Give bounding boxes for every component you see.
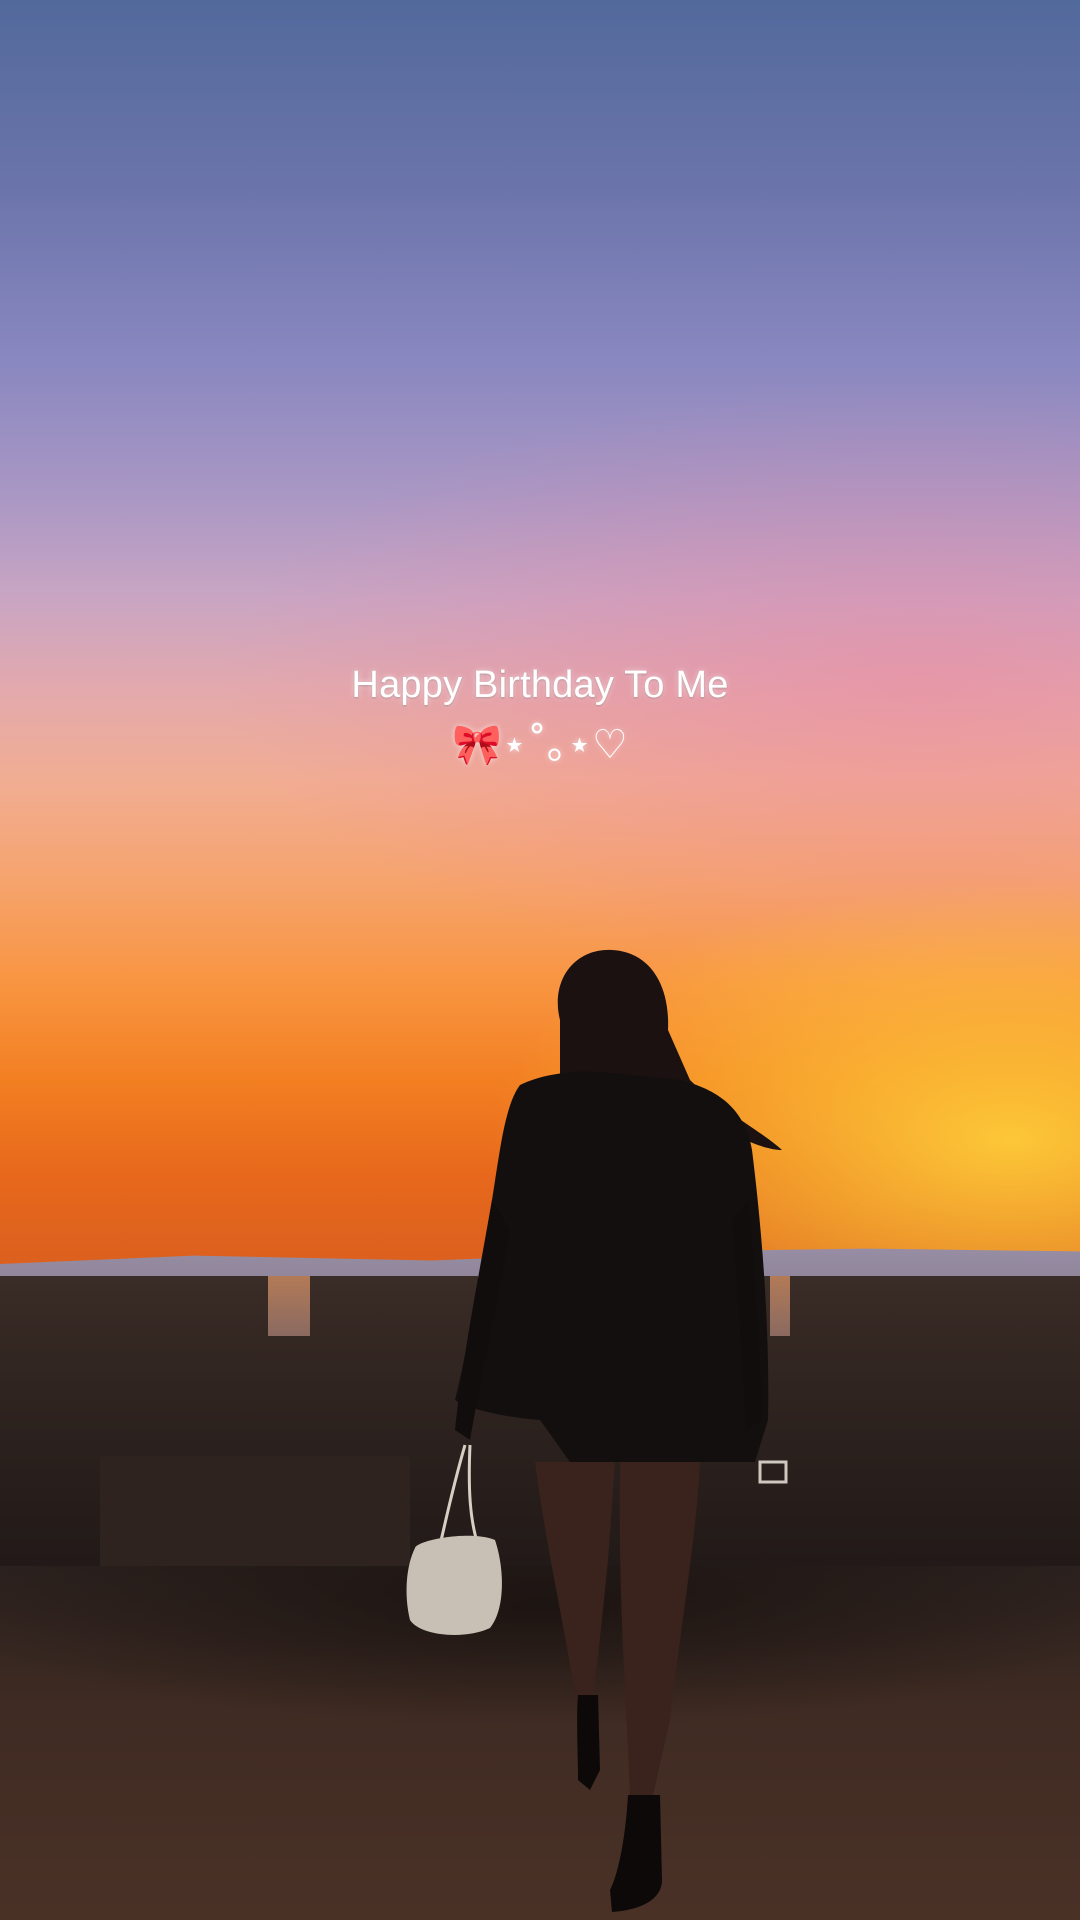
caption-title: Happy Birthday To Me — [351, 664, 729, 706]
bag-strap — [467, 1444, 480, 1546]
right-leg — [619, 1462, 700, 1800]
caption-decoration: 🎀⋆˚｡⋆♡ — [452, 722, 628, 768]
bag-strap — [438, 1444, 467, 1546]
woman-silhouette — [406, 949, 788, 1912]
left-boot — [577, 1695, 600, 1790]
wall-lamp — [758, 1460, 788, 1484]
left-leg — [535, 1462, 615, 1700]
background-photo: Happy Birthday To Me 🎀⋆˚｡⋆♡ — [0, 0, 1080, 1920]
handbag — [406, 1535, 502, 1635]
right-boot — [610, 1795, 662, 1912]
